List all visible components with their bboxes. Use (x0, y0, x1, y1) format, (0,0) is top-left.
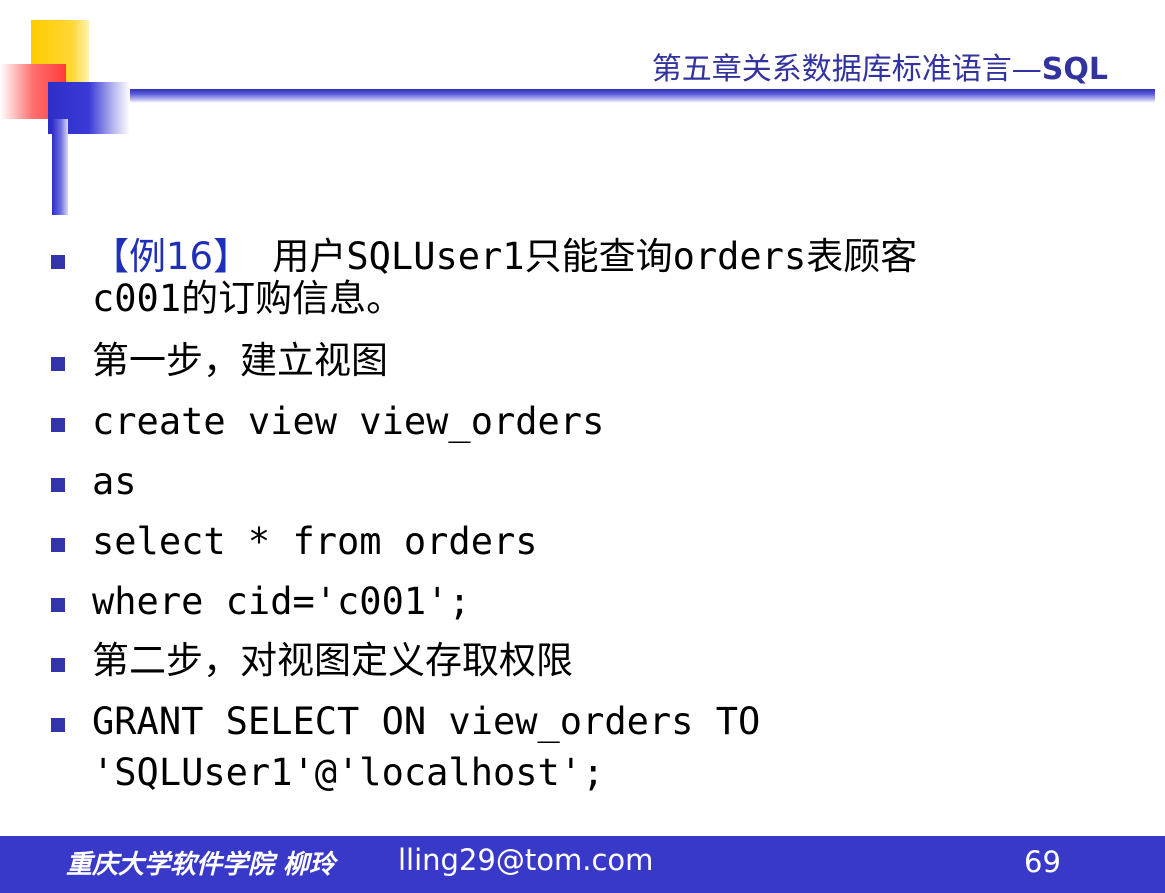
example-text-line1: 用户SQLUser1只能查询orders表顾客 (250, 235, 918, 278)
bullet-marker (51, 418, 65, 432)
header-rule (130, 89, 1155, 103)
footer-email: lling29@tom.com (398, 843, 654, 877)
bullet-marker (51, 538, 65, 552)
footer-author: 重庆大学软件学院 柳玲 (66, 850, 336, 880)
list-item: GRANT SELECT ON view_orders TO (92, 700, 761, 743)
list-item: where cid='c001'; (92, 580, 471, 623)
list-item: 第一步，建立视图 (92, 339, 388, 382)
vertical-bar-decoration (52, 119, 68, 215)
bullet-marker (51, 598, 65, 612)
bullet-marker (51, 478, 65, 492)
header-title-chinese: 第五章关系数据库标准语言— (651, 52, 1042, 87)
example-text-line2: c001的订购信息。 (92, 277, 404, 320)
list-item: as (92, 460, 137, 503)
list-item-continuation: 'SQLUser1'@'localhost'; (92, 751, 605, 794)
bullet-marker (51, 255, 65, 269)
header-title-sql: SQL (1041, 52, 1108, 87)
page-number: 69 (1024, 845, 1061, 879)
list-item: 第二步，对视图定义存取权限 (92, 639, 573, 682)
list-item: select * from orders (92, 520, 538, 563)
bullet-marker (51, 718, 65, 732)
bullet-marker (51, 357, 65, 371)
list-item: 【例16】 用户SQLUser1只能查询orders表顾客 (92, 236, 917, 277)
example-label: 【例16】 (92, 235, 251, 278)
slide-header-title: 第五章关系数据库标准语言—SQL (652, 44, 1108, 88)
bullet-marker (51, 658, 65, 672)
list-item: create view view_orders (92, 400, 605, 443)
